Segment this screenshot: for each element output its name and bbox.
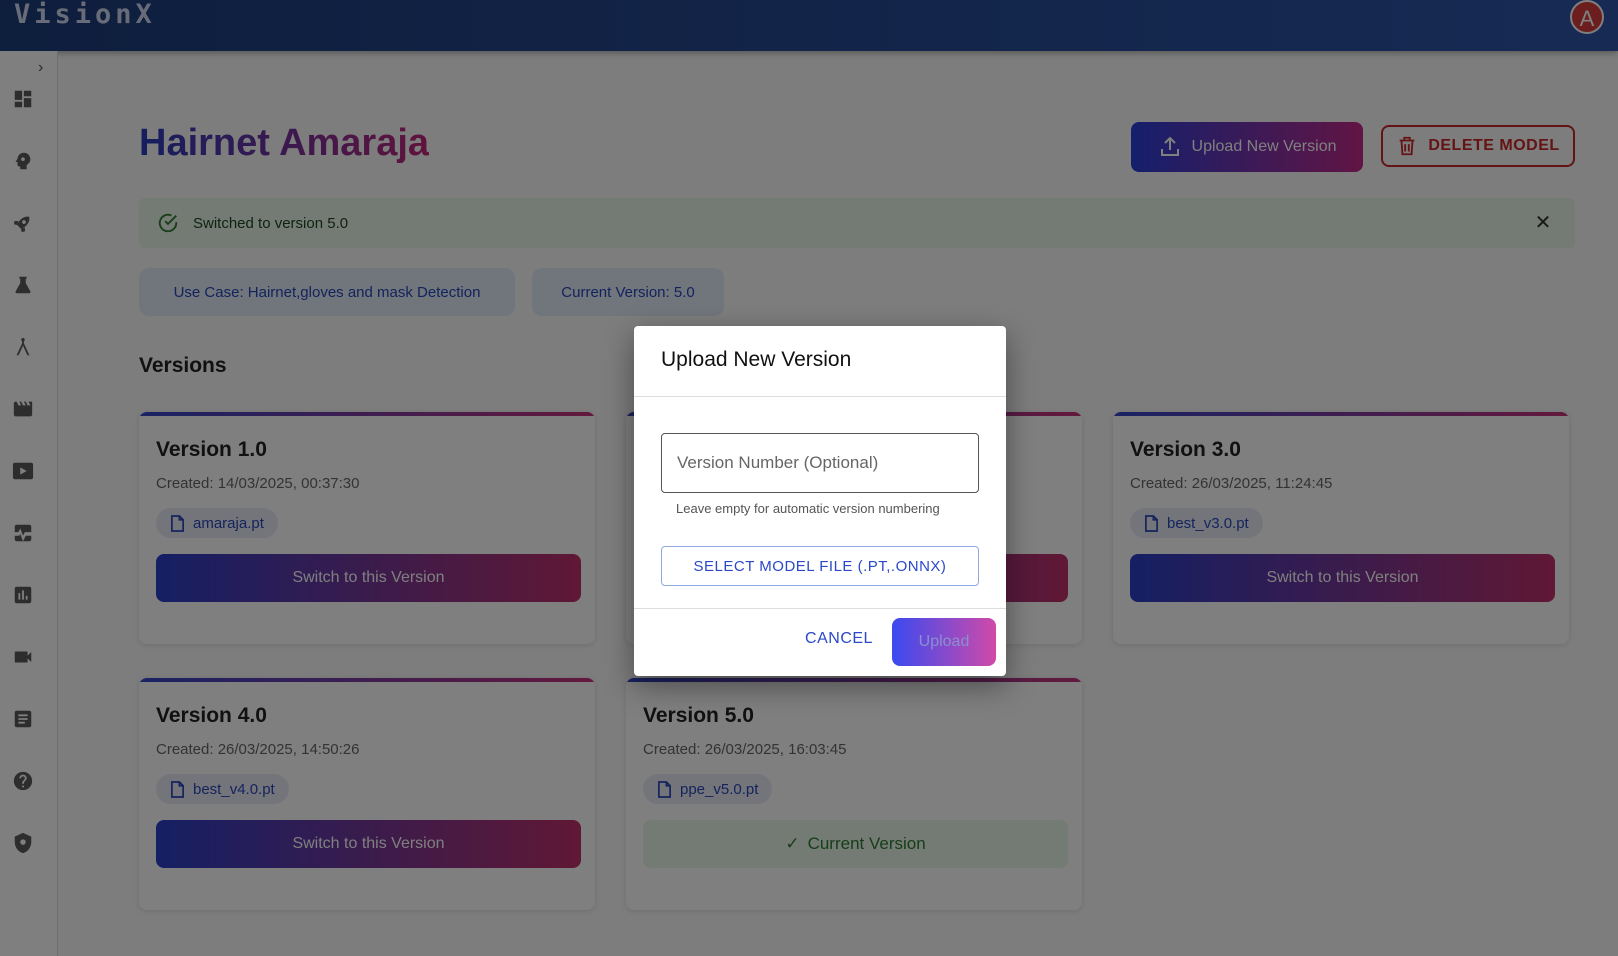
upload-button[interactable]: Upload xyxy=(892,618,996,666)
dialog-title: Upload New Version xyxy=(661,348,852,371)
dialog-divider xyxy=(634,608,1006,609)
dialog-divider xyxy=(634,396,1006,397)
version-number-input[interactable] xyxy=(661,433,979,493)
version-number-helper-text: Leave empty for automatic version number… xyxy=(676,501,940,516)
cancel-button[interactable]: CANCEL xyxy=(804,624,874,654)
select-model-file-button[interactable]: SELECT MODEL FILE (.PT,.ONNX) xyxy=(661,546,979,586)
upload-version-dialog: Upload New Version Leave empty for autom… xyxy=(634,326,1006,676)
